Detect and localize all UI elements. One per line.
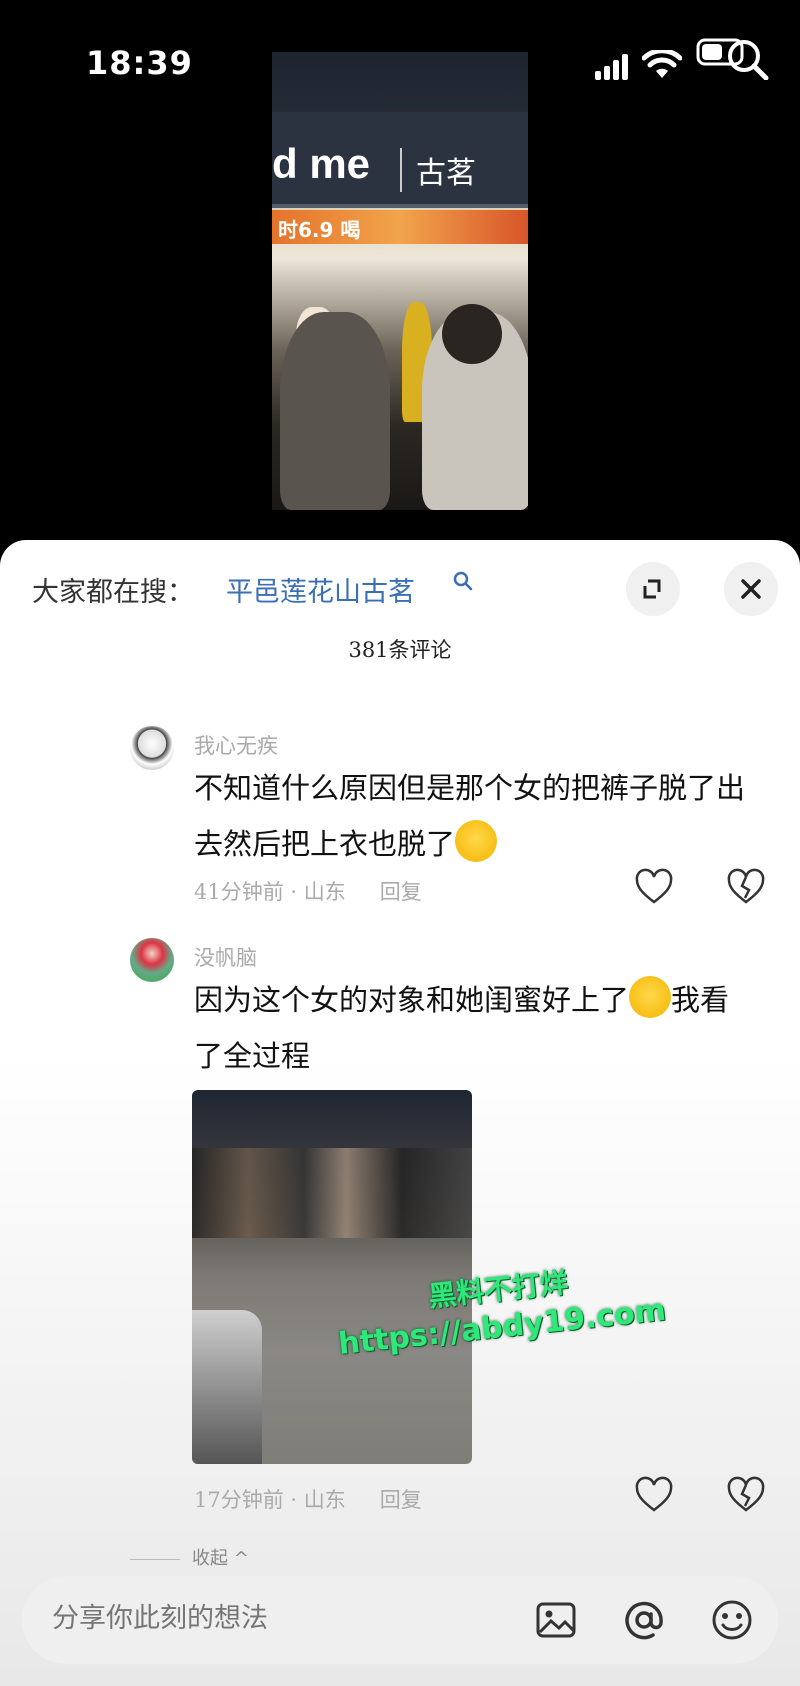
trending-query-link[interactable]: 平邑莲花山古茗 xyxy=(226,570,415,609)
store-sign-cn: 古茗 xyxy=(400,148,476,192)
crying-emoji-icon xyxy=(455,820,498,862)
comments-sheet: 大家都在搜： 平邑莲花山古茗 381条评论 我心无疾 不知道什么原因但是那个女的… xyxy=(0,540,800,1686)
store-sign-text: d me xyxy=(272,140,371,187)
like-heart-icon[interactable] xyxy=(634,1476,674,1516)
laughing-crying-emoji-icon xyxy=(629,976,672,1018)
comment-location: 山东 xyxy=(303,1488,346,1512)
store-banner-text: 时6.9 喝 xyxy=(278,218,361,242)
comment-input-bar xyxy=(22,1576,778,1664)
comment-text: 不知道什么原因但是那个女的把裤子脱了出去然后把上衣也脱了 xyxy=(194,760,754,872)
close-icon xyxy=(741,579,761,599)
status-time: 18:39 xyxy=(86,44,193,82)
crowd-person xyxy=(280,312,390,510)
expand-button[interactable] xyxy=(626,562,680,616)
image-icon[interactable] xyxy=(534,1598,578,1642)
comment-time: 41分钟前 xyxy=(194,880,284,904)
comment-text: 因为这个女的对象和她闺蜜好上了 我看了全过程 xyxy=(194,972,754,1084)
trending-label: 大家都在搜： xyxy=(32,577,194,608)
dislike-broken-heart-icon[interactable] xyxy=(726,1476,766,1516)
store-banner: 时6.9 喝 xyxy=(272,210,528,244)
wifi-icon xyxy=(642,50,682,78)
comment-meta: 41分钟前 · 山东 回复 xyxy=(194,880,422,904)
reply-button[interactable]: 回复 xyxy=(380,880,422,904)
avatar[interactable] xyxy=(130,938,174,982)
reply-button[interactable]: 回复 xyxy=(380,1488,422,1512)
comment-username[interactable]: 没帆脑 xyxy=(194,942,257,972)
dislike-broken-heart-icon[interactable] xyxy=(726,868,766,908)
comment-count: 381条评论 xyxy=(348,638,452,662)
chevron-up-icon: ^ xyxy=(233,1548,249,1569)
status-icons xyxy=(595,38,770,80)
comment-meta: 17分钟前 · 山东 回复 xyxy=(194,1488,422,1512)
avatar[interactable] xyxy=(130,726,174,770)
comment-location: 山东 xyxy=(303,880,346,904)
expand-icon xyxy=(643,579,661,599)
mention-icon[interactable] xyxy=(622,1598,666,1642)
comment-username[interactable]: 我心无疾 xyxy=(194,730,278,760)
collapse-replies-label: 收起 xyxy=(192,1548,228,1569)
cellular-signal-icon xyxy=(595,54,628,80)
video-player[interactable]: d me 古茗 时6.9 喝 xyxy=(272,52,528,510)
comment-time: 17分钟前 xyxy=(194,1488,284,1512)
close-button[interactable] xyxy=(724,562,778,616)
divider xyxy=(130,1558,180,1560)
search-icon[interactable] xyxy=(452,570,474,592)
emoji-icon[interactable] xyxy=(710,1598,754,1642)
photo-scooter xyxy=(192,1310,262,1464)
comment-text-body: 因为这个女的对象和她闺蜜好上了 xyxy=(194,983,630,1017)
photo-crowd xyxy=(192,1148,472,1238)
battery-search-icon[interactable] xyxy=(696,36,770,80)
comment-input[interactable] xyxy=(50,1602,454,1635)
crowd-person xyxy=(442,304,502,364)
like-heart-icon[interactable] xyxy=(634,868,674,908)
collapse-replies[interactable]: 收起 ^ xyxy=(130,1544,249,1570)
